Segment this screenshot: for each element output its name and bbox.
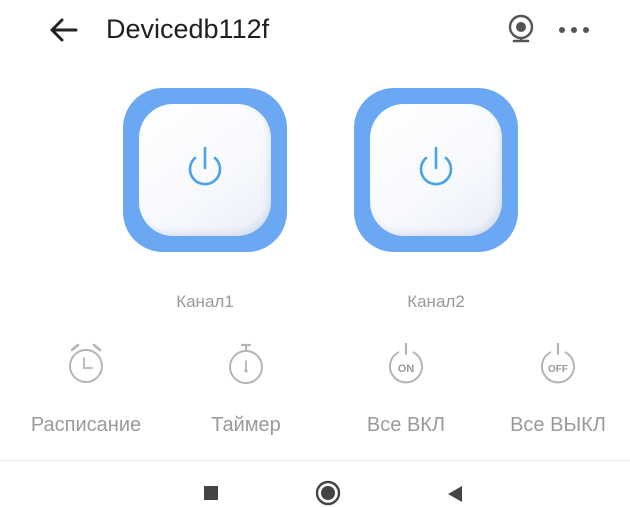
all-on-button[interactable]: ON Все ВКЛ [336, 340, 476, 450]
off-badge-text: OFF [548, 364, 568, 375]
on-badge-text: ON [398, 363, 415, 375]
device-title: Devicedb112f [106, 14, 270, 44]
all-off-button[interactable]: OFF Все ВЫКЛ [488, 340, 628, 450]
all-on-label: Все ВКЛ [366, 414, 446, 436]
back-arrow-icon[interactable] [44, 12, 84, 48]
timer-label: Таймер [211, 414, 281, 436]
webcam-icon[interactable] [506, 14, 536, 46]
home-icon[interactable] [315, 480, 341, 506]
all-off-label: Все ВЫКЛ [510, 414, 606, 436]
power-icon [419, 146, 453, 186]
more-options-icon[interactable] [556, 18, 592, 42]
nav-back-icon[interactable] [446, 484, 464, 504]
top-bar: Devicedb112f [0, 0, 630, 60]
channel-2-label: Канал2 [407, 292, 465, 311]
schedule-button[interactable]: Расписание [16, 340, 156, 450]
power-off-icon: OFF [541, 342, 575, 384]
timer-button[interactable]: Таймер [176, 340, 316, 450]
power-icon [188, 146, 222, 186]
alarm-clock-icon [69, 343, 103, 383]
stopwatch-icon [229, 343, 263, 384]
channel-1-button[interactable] [123, 88, 287, 252]
channel-2-button[interactable] [354, 88, 518, 252]
schedule-label: Расписание [30, 414, 142, 436]
power-on-icon: ON [389, 342, 423, 384]
channel-1-label: Канал1 [176, 292, 234, 311]
recent-apps-icon[interactable] [204, 486, 218, 500]
